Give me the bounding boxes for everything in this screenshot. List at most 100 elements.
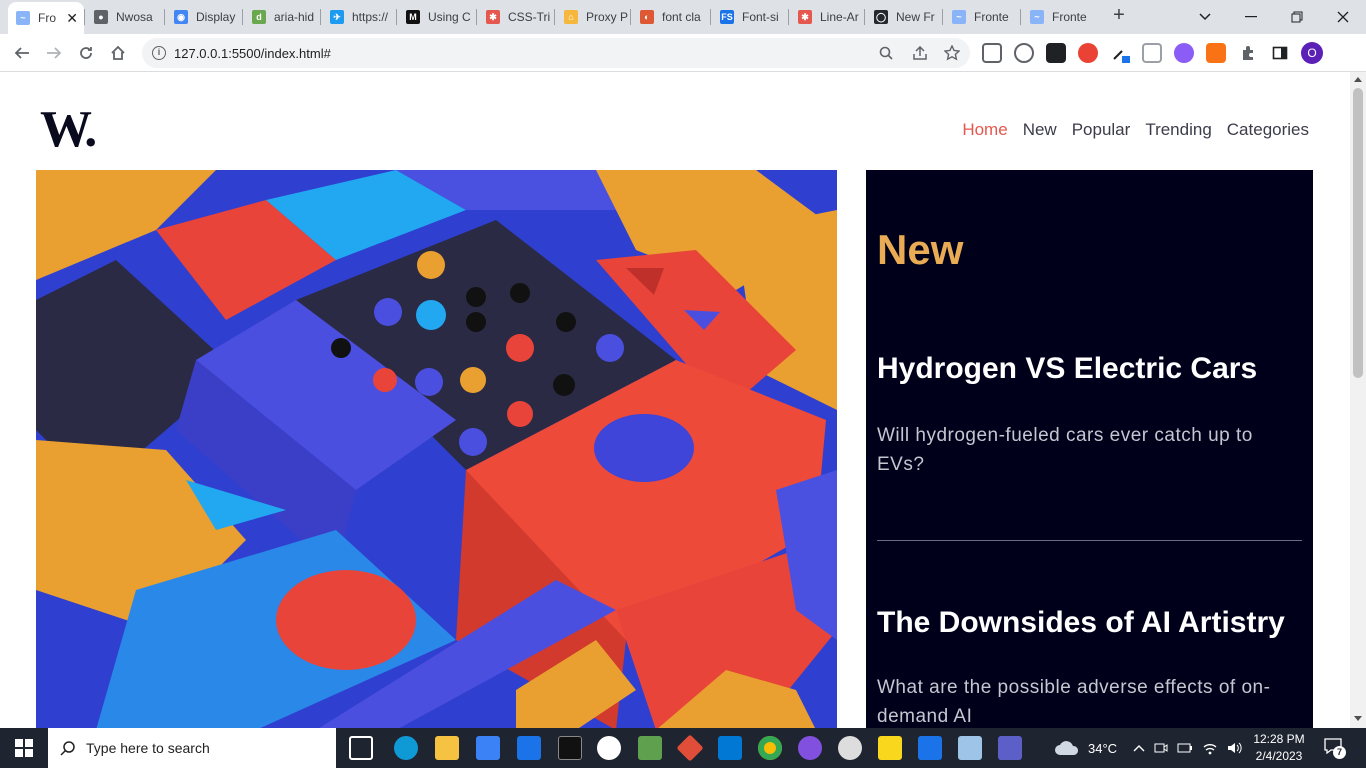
- nav-popular[interactable]: Popular: [1072, 120, 1131, 140]
- forward-icon[interactable]: [40, 39, 68, 67]
- browser-tab[interactable]: ~ Fro ✕: [8, 2, 84, 34]
- extensions-puzzle-icon[interactable]: [1234, 39, 1262, 67]
- tab-separator: [1020, 9, 1021, 25]
- git-icon[interactable]: [676, 734, 704, 762]
- github-desktop-icon[interactable]: [798, 736, 822, 760]
- scroll-down-icon[interactable]: [1354, 716, 1362, 722]
- taskbar-clock[interactable]: 12:28 PM 2/4/2023: [1251, 731, 1307, 765]
- address-bar[interactable]: i 127.0.0.1:5500/index.html#: [142, 38, 970, 68]
- tab-favicon-icon: ✱: [486, 10, 500, 24]
- browser-tab[interactable]: ~ Fronte: [944, 4, 1020, 30]
- browser-tab[interactable]: ✱ CSS-Tri: [478, 4, 554, 30]
- nav-home[interactable]: Home: [962, 120, 1007, 140]
- panel-title: New: [877, 226, 964, 273]
- battery-icon[interactable]: [1177, 742, 1193, 754]
- wifi-icon[interactable]: [1202, 741, 1218, 755]
- screen-capture-extension-icon[interactable]: [982, 43, 1002, 63]
- vscode-icon[interactable]: [718, 736, 742, 760]
- edge-icon[interactable]: [394, 736, 418, 760]
- nodejs-icon[interactable]: [638, 736, 662, 760]
- browser-tab[interactable]: ◐ font cla: [632, 4, 708, 30]
- sticky-notes-icon[interactable]: [878, 736, 902, 760]
- article-description: What are the possible adverse effects of…: [877, 677, 1271, 727]
- browser-tab[interactable]: ~ Fronte: [1022, 4, 1098, 30]
- tab-label: https://: [352, 10, 389, 24]
- store-icon[interactable]: [476, 736, 500, 760]
- reload-icon[interactable]: [72, 39, 100, 67]
- mongodb-icon[interactable]: [597, 736, 621, 760]
- tab-separator: [942, 9, 943, 25]
- share-icon[interactable]: [912, 46, 928, 60]
- teams-icon[interactable]: [998, 736, 1022, 760]
- tab-search-chevron-icon[interactable]: [1182, 0, 1228, 34]
- volume-icon[interactable]: [1227, 741, 1243, 755]
- system-tray: [1133, 728, 1243, 768]
- windows-start-icon[interactable]: [0, 728, 48, 768]
- browser-tab[interactable]: ✱ Line-Ar: [790, 4, 866, 30]
- browser-tab[interactable]: ◉ Display: [166, 4, 242, 30]
- task-view-icon[interactable]: [349, 736, 373, 760]
- dev-extension-icon[interactable]: [1014, 43, 1034, 63]
- profile-avatar[interactable]: O: [1298, 39, 1326, 67]
- ai-extension-icon[interactable]: [1174, 43, 1194, 63]
- eyedropper-extension-icon[interactable]: [1110, 43, 1130, 63]
- tab-label: Fro: [38, 11, 56, 25]
- mail-icon[interactable]: [517, 736, 541, 760]
- article-title[interactable]: Hydrogen VS Electric Cars: [877, 352, 1257, 386]
- tab-close-icon[interactable]: ✕: [66, 10, 78, 27]
- notifications-icon[interactable]: 7: [1324, 738, 1346, 759]
- nav-new[interactable]: New: [1023, 120, 1057, 140]
- scroll-up-icon[interactable]: [1354, 76, 1362, 82]
- nav-categories[interactable]: Categories: [1227, 120, 1309, 140]
- news-extension-icon[interactable]: [1046, 43, 1066, 63]
- taskbar-search-box[interactable]: Type here to search: [48, 728, 336, 768]
- nav-trending[interactable]: Trending: [1145, 120, 1211, 140]
- browser-tab[interactable]: ✈ https://: [322, 4, 398, 30]
- tab-favicon-icon: M: [406, 10, 420, 24]
- site-logo[interactable]: W.: [40, 104, 97, 156]
- lastpass-extension-icon[interactable]: [1078, 43, 1098, 63]
- article-title[interactable]: The Downsides of AI Artistry: [877, 606, 1285, 640]
- weather-widget[interactable]: 34°C: [1054, 728, 1117, 768]
- browser-tab[interactable]: ● Nwosa: [86, 4, 162, 30]
- scrollbar-thumb[interactable]: [1353, 88, 1363, 378]
- tab-label: Display: [196, 10, 236, 24]
- browser-tab[interactable]: ◯ New Fr: [866, 4, 942, 30]
- side-panel-icon[interactable]: [1266, 39, 1294, 67]
- browser-tab[interactable]: d aria-hid: [244, 4, 320, 30]
- browser-tab[interactable]: M Using C: [398, 4, 474, 30]
- new-tab-button[interactable]: +: [1108, 5, 1130, 27]
- tab-favicon-icon: ⌂: [564, 10, 578, 24]
- tab-label: New Fr: [896, 10, 935, 24]
- close-window-button[interactable]: [1320, 0, 1366, 34]
- restore-window-button[interactable]: [1274, 0, 1320, 34]
- tab-label: Using C: [428, 10, 471, 24]
- css-extension-icon[interactable]: [1142, 43, 1162, 63]
- url-text[interactable]: 127.0.0.1:5500/index.html#: [174, 46, 331, 61]
- media-player-icon[interactable]: [918, 736, 942, 760]
- clock-app-icon[interactable]: [838, 736, 862, 760]
- chrome-icon[interactable]: [758, 736, 782, 760]
- zoom-icon[interactable]: [879, 46, 893, 60]
- tab-separator: [710, 9, 711, 25]
- chevron-up-icon[interactable]: [1133, 744, 1145, 752]
- page-scrollbar[interactable]: [1350, 72, 1366, 728]
- site-info-icon[interactable]: i: [152, 46, 166, 60]
- tab-separator: [630, 9, 631, 25]
- browser-tab[interactable]: ⌂ Proxy P: [556, 4, 632, 30]
- minimize-window-button[interactable]: [1228, 0, 1274, 34]
- file-explorer-icon[interactable]: [435, 736, 459, 760]
- browser-tab[interactable]: FS Font-si: [712, 4, 788, 30]
- remote-desktop-icon[interactable]: [958, 736, 982, 760]
- tab-favicon-icon: ●: [94, 10, 108, 24]
- fire-extension-icon[interactable]: [1206, 43, 1226, 63]
- bookmark-star-icon[interactable]: [944, 45, 960, 61]
- tab-favicon-icon: ~: [16, 11, 30, 25]
- tab-label: Line-Ar: [820, 10, 859, 24]
- home-icon[interactable]: [104, 39, 132, 67]
- back-icon[interactable]: [8, 39, 36, 67]
- browser-tab-bar: ~ Fro ✕ ● Nwosa ◉ Display d aria-hid ✈ https:// M Us…: [0, 0, 1366, 34]
- terminal-icon[interactable]: [558, 736, 582, 760]
- tab-separator: [864, 9, 865, 25]
- meet-now-icon[interactable]: [1154, 741, 1168, 755]
